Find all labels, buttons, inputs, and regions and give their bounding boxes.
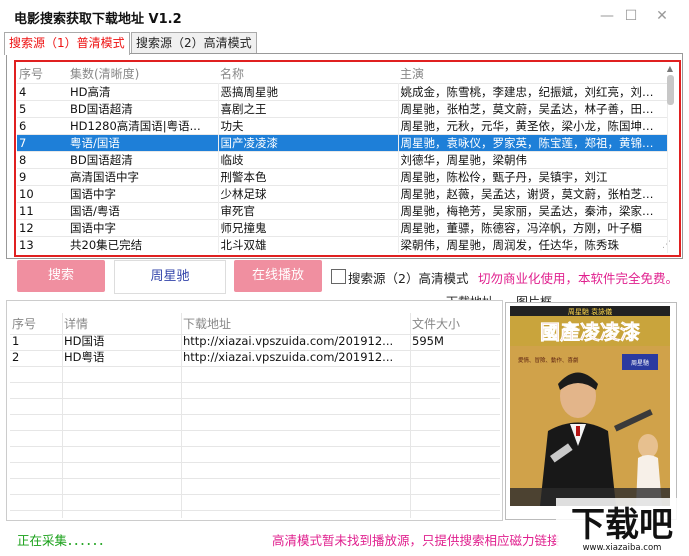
download-row[interactable]: 2 HD粤语 http://xiazai.vpszuida.com/201912..… [10, 349, 500, 365]
maximize-button[interactable]: ☐ [621, 6, 641, 26]
download-cell-no[interactable]: 2 [10, 349, 62, 365]
downloads-header-row: 序号 详情 下载地址 文件大小 [10, 313, 500, 333]
download-cell-detail[interactable]: HD粤语 [62, 349, 181, 365]
free-notice: 切勿商业化使用，本软件完全免费。 [478, 271, 679, 286]
tab-source-2[interactable]: 搜索源（2）高清模式 [131, 32, 257, 54]
window-title: 电影搜索获取下载地址 V1.2 [14, 12, 182, 27]
watermark-graphic: 下载吧 www.xiazaiba.com [556, 498, 688, 553]
scroll-up-arrow-icon[interactable]: ▲ [664, 64, 676, 73]
search-button[interactable]: 搜索 [17, 260, 105, 292]
download-row[interactable]: 1 HD国语 http://xiazai.vpszuida.com/201912..… [10, 333, 500, 349]
poster-title-text: 國產凌凌漆 [540, 320, 640, 344]
downloads-table[interactable]: 序号 详情 下载地址 文件大小 1 HD国语 http://xiazai.vpszu… [10, 313, 500, 365]
download-cell-size[interactable] [410, 349, 500, 365]
search-input[interactable]: 周星驰 [114, 260, 226, 294]
download-cell-url[interactable]: http://xiazai.vpszuida.com/201912... [181, 333, 410, 349]
close-button[interactable]: ✕ [652, 6, 672, 26]
results-highlight-box [14, 60, 681, 257]
site-watermark-logo: 下载吧 www.xiazaiba.com [556, 498, 688, 553]
play-online-button[interactable]: 在线播放 [234, 260, 322, 292]
poster-top-text: 周星馳 袁詠儀 [568, 307, 612, 316]
download-cell-detail[interactable]: HD国语 [62, 333, 181, 349]
watermark-url: www.xiazaiba.com [583, 543, 662, 553]
download-cell-url[interactable]: http://xiazai.vpszuida.com/201912... [181, 349, 410, 365]
download-cell-size[interactable]: 595M [410, 333, 500, 349]
status-text: 正在采集．．．．．． [17, 533, 111, 548]
download-cell-no[interactable]: 1 [10, 333, 62, 349]
hd-hint-text: 高清模式暂未找到播放源，只提供搜索相应磁力链接 [272, 533, 560, 548]
poster-illustration: 周星馳 袁詠儀 國產凌凌漆 愛情、冒險、動作、喜劇 周星馳 [510, 306, 670, 506]
poster-side-text: 愛情、冒險、動作、喜劇 [518, 356, 579, 364]
tab-source-1[interactable]: 搜索源（1）普清模式 [4, 32, 130, 55]
minimize-button[interactable]: — [597, 6, 617, 26]
resize-grip-icon: ⋰ [662, 240, 671, 250]
movie-poster-image: 周星馳 袁詠儀 國產凌凌漆 愛情、冒險、動作、喜劇 周星馳 [510, 306, 670, 506]
column-header[interactable]: 文件大小 [410, 313, 500, 333]
column-header[interactable]: 序号 [10, 313, 62, 333]
hd-mode-checkbox[interactable] [331, 269, 346, 284]
watermark-brand: 下载吧 [571, 505, 673, 545]
column-header[interactable]: 详情 [62, 313, 181, 333]
poster-star-name: 周星馳 [631, 359, 649, 367]
column-header[interactable]: 下载地址 [181, 313, 410, 333]
hd-mode-label[interactable]: 搜索源（2）高清模式 [348, 268, 468, 287]
scrollbar-thumb[interactable] [667, 75, 674, 105]
